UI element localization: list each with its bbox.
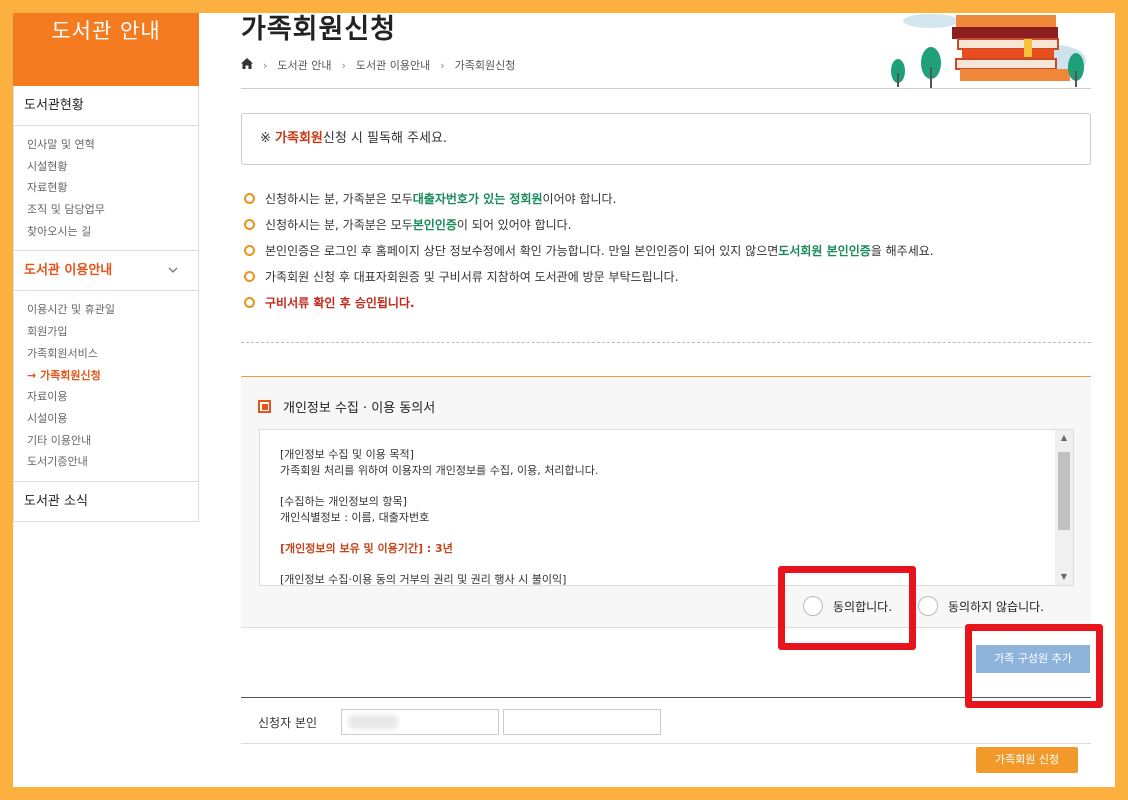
scroll-up-icon[interactable]: ▲: [1055, 430, 1073, 446]
bullet-icon: [244, 218, 255, 230]
highlight-box-agree: [778, 566, 916, 650]
applicant-row: 신청자 본인: [241, 698, 1091, 744]
disagree-label[interactable]: 동의하지 않습니다.: [948, 598, 1044, 615]
rule-text: 구비서류 확인 후 승인됩니다.: [265, 295, 415, 310]
sidebar-subitem[interactable]: 가족회원서비스: [27, 343, 198, 365]
consent-title: 개인정보 수집 · 이용 동의서: [258, 397, 435, 416]
breadcrumb-item[interactable]: 도서관 안내: [277, 57, 331, 73]
sidebar-subitem[interactable]: 회원가입: [27, 321, 198, 343]
breadcrumb-separator: ›: [263, 58, 268, 72]
checkbox-square-icon: [258, 400, 271, 413]
sidebar-subitem[interactable]: 기타 이용안내: [27, 430, 198, 452]
terms-heading: [개인정보 수집 및 이용 목적]: [280, 448, 414, 461]
scroll-down-icon[interactable]: ▼: [1055, 569, 1073, 585]
terms-content: [개인정보 수집 및 이용 목적] 가족회원 처리를 위하여 이용자의 개인정보를…: [260, 430, 1073, 586]
breadcrumb-separator: ›: [341, 58, 346, 72]
bullet-icon: [244, 270, 255, 282]
breadcrumb-separator: ›: [440, 58, 445, 72]
list-item: 신청하시는 분, 가족분은 모두 본인인증 이 되어 있어야 합니다.: [244, 211, 934, 237]
scrollbar[interactable]: ▲ ▼: [1055, 430, 1073, 585]
sidebar-item-status[interactable]: 도서관현황: [14, 86, 198, 126]
applicant-number-field[interactable]: [503, 709, 661, 735]
sidebar-subitem[interactable]: 시설현황: [27, 156, 198, 178]
sidebar-item-usage-guide[interactable]: 도서관 이용안내: [14, 251, 198, 292]
sidebar-subitem[interactable]: 시설이용: [27, 408, 198, 430]
rule-text: 이 되어 있어야 합니다.: [456, 217, 572, 232]
rule-text: 신청하시는 분, 가족분은 모두: [265, 191, 413, 206]
sidebar-subitem[interactable]: 자료이용: [27, 386, 198, 408]
apply-family-member-button[interactable]: 가족회원 신청: [976, 747, 1078, 773]
sidebar-subitem[interactable]: 찾아오시는 길: [27, 221, 198, 243]
rule-highlight: 본인인증: [412, 217, 457, 232]
sidebar-header: 도서관 안내: [13, 13, 199, 86]
page-frame: 도서관 안내 도서관현황 인사말 및 연혁 시설현황 자료현황 조직 및 담당업…: [13, 13, 1115, 787]
bullet-icon: [244, 296, 255, 308]
add-family-member-button[interactable]: 가족 구성원 추가: [976, 645, 1090, 673]
sidebar-subitem[interactable]: 도서기증안내: [27, 451, 198, 473]
notice-text: 신청 시 필독해 주세요.: [322, 131, 448, 146]
consent-title-text: 개인정보 수집 · 이용 동의서: [283, 401, 436, 416]
terms-heading: [개인정보 수집·이용 동의 거부의 권리 및 권리 행사 시 불이익]: [280, 573, 567, 586]
list-item: 가족회원 신청 후 대표자회원증 및 구비서류 지참하여 도서관에 방문 부탁드…: [244, 263, 934, 289]
scroll-thumb[interactable]: [1058, 452, 1070, 530]
terms-text: 개인식별정보 : 이름, 대출자번호: [280, 511, 430, 524]
rule-highlight: 대출자번호가 있는 정회원: [412, 191, 543, 206]
rule-text: 이어야 합니다.: [542, 191, 617, 206]
redacted-value: [348, 715, 398, 729]
books-trees-illustration: [891, 14, 1086, 89]
terms-heading: [수집하는 개인정보의 항목]: [280, 495, 407, 508]
home-icon[interactable]: [241, 58, 253, 72]
breadcrumb: › 도서관 안내 › 도서관 이용안내 › 가족회원신청: [241, 57, 515, 73]
notice-highlight: 가족회원: [275, 131, 323, 146]
breadcrumb-item[interactable]: 도서관 이용안내: [356, 57, 430, 73]
rule-text: 신청하시는 분, 가족분은 모두: [265, 217, 413, 232]
disagree-radio[interactable]: [918, 596, 939, 616]
sidebar-subitem[interactable]: 이용시간 및 휴관일: [27, 299, 198, 321]
breadcrumb-item-current: 가족회원신청: [454, 59, 516, 72]
header-divider: [241, 88, 1091, 89]
list-item: 구비서류 확인 후 승인됩니다.: [244, 289, 934, 315]
rules-list: 신청하시는 분, 가족분은 모두 대출자번호가 있는 정회원 이어야 합니다. 신…: [244, 185, 934, 315]
terms-retention: [개인정보의 보유 및 이용기간] : 3년: [280, 542, 453, 555]
sidebar-menu: 도서관현황 인사말 및 연혁 시설현황 자료현황 조직 및 담당업무 찾아오시는…: [13, 86, 199, 522]
chevron-down-icon: [168, 251, 178, 291]
sidebar-submenu-status: 인사말 및 연혁 시설현황 자료현황 조직 및 담당업무 찾아오시는 길: [14, 126, 198, 252]
sidebar-subitem[interactable]: 조직 및 담당업무: [27, 199, 198, 221]
sidebar-subitem-active[interactable]: → 가족회원신청: [27, 365, 198, 387]
bullet-icon: [244, 244, 255, 256]
terms-text: 가족회원 처리를 위하여 이용자의 개인정보를 수집, 이용, 처리합니다.: [280, 464, 599, 477]
rule-highlight: 도서회원 본인인증: [778, 243, 871, 258]
sidebar-item-label: 도서관 이용안내: [24, 263, 113, 279]
terms-textbox[interactable]: [개인정보 수집 및 이용 목적] 가족회원 처리를 위하여 이용자의 개인정보를…: [259, 429, 1074, 586]
sidebar-submenu-usage: 이용시간 및 휴관일 회원가입 가족회원서비스 → 가족회원신청 자료이용 시설…: [14, 291, 198, 482]
applicant-label: 신청자 본인: [258, 716, 318, 730]
section-divider: [241, 342, 1091, 343]
applicant-name-field[interactable]: [341, 709, 499, 735]
rule-text: 가족회원 신청 후 대표자회원증 및 구비서류 지참하여 도서관에 방문 부탁드…: [265, 269, 679, 284]
rule-text: 본인인증은 로그인 후 홈페이지 상단 정보수정에서 확인 가능합니다. 만일 …: [265, 243, 779, 258]
consent-section: 개인정보 수집 · 이용 동의서 [개인정보 수집 및 이용 목적] 가족회원 처…: [241, 376, 1091, 628]
sidebar-item-news[interactable]: 도서관 소식: [14, 482, 198, 522]
bullet-icon: [244, 192, 255, 204]
list-item: 신청하시는 분, 가족분은 모두 대출자번호가 있는 정회원 이어야 합니다.: [244, 185, 934, 211]
sidebar-subitem[interactable]: 인사말 및 연혁: [27, 134, 198, 156]
page-title: 가족회원신청: [241, 14, 397, 45]
sidebar: 도서관 안내 도서관현황 인사말 및 연혁 시설현황 자료현황 조직 및 담당업…: [13, 13, 199, 787]
notice-box: ※ 가족회원신청 시 필독해 주세요.: [241, 113, 1091, 165]
list-item: 본인인증은 로그인 후 홈페이지 상단 정보수정에서 확인 가능합니다. 만일 …: [244, 237, 934, 263]
rule-text: 을 해주세요.: [870, 243, 934, 258]
notice-prefix: ※: [260, 131, 276, 146]
sidebar-subitem[interactable]: 자료현황: [27, 177, 198, 199]
